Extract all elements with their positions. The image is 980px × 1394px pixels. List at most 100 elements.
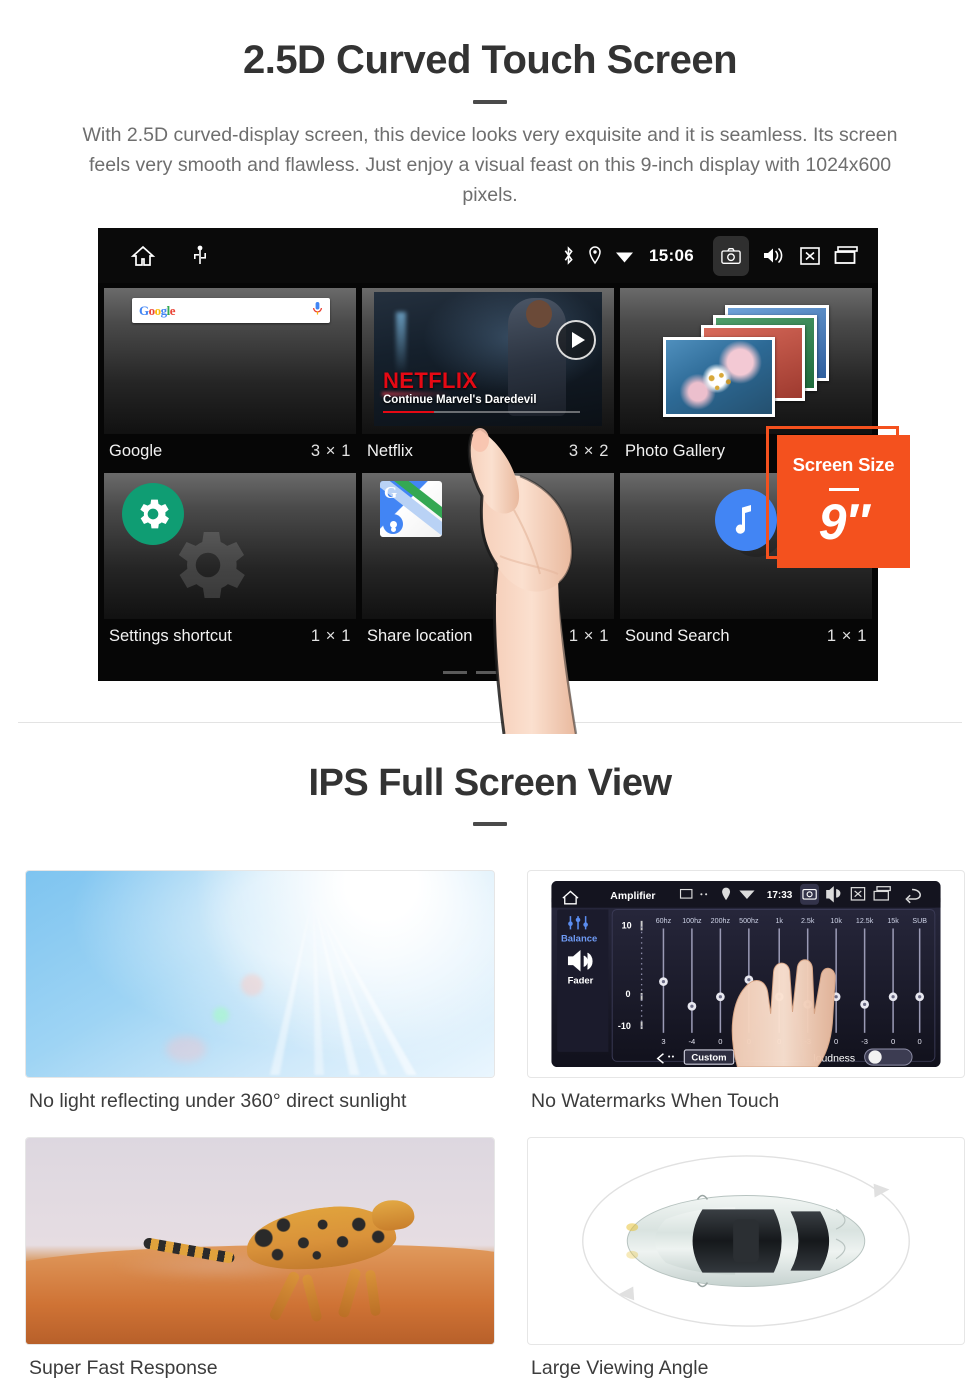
photo-stack [663,305,829,417]
photo-gallery-widget-preview[interactable] [620,288,872,434]
widget-size: 1 × 1 [310,627,351,645]
svg-text:0: 0 [834,1037,838,1046]
svg-text:0: 0 [891,1037,895,1046]
screen-size-badge: Screen Size 9″ [777,435,910,568]
usb-icon [192,244,208,268]
amplifier-equalizer-screenshot: Amplifier 17:33 Balance Fader 10 0 -10 6… [527,870,965,1078]
play-icon[interactable] [556,320,596,360]
amplifier-screen[interactable]: Amplifier 17:33 Balance Fader 10 0 -10 6… [538,881,954,1067]
running-cheetah-photo [25,1137,495,1345]
maps-icon[interactable]: G [380,481,442,537]
widget-row-top: Google Google 3 × 1 NETFLIX Continue Mar… [104,288,872,471]
widget-cell-share-location[interactable]: G Share location 1 × 1 [362,473,614,656]
sunny-sky-photo [25,870,495,1078]
status-bar: 15:06 [98,228,878,283]
netflix-widget-preview[interactable]: NETFLIX Continue Marvel's Daredevil [362,288,614,434]
widget-size: 1 × 1 [568,627,609,645]
widget-cell-netflix[interactable]: NETFLIX Continue Marvel's Daredevil Netf… [362,288,614,471]
svg-text:0: 0 [918,1037,922,1046]
status-bar-clock: 15:06 [649,245,694,265]
widget-cell-google[interactable]: Google Google 3 × 1 [104,288,356,471]
svg-text:10k: 10k [830,917,842,925]
wifi-icon [615,248,634,264]
settings-shortcut-preview[interactable] [104,473,356,619]
photo-card-front [663,337,775,417]
bluetooth-icon [562,246,575,265]
svg-text:15k: 15k [887,917,899,925]
svg-text:Custom: Custom [691,1052,726,1063]
fader-label: Fader [568,975,594,986]
blossom-detail [706,371,735,396]
page-indicator[interactable] [443,671,533,674]
widget-picker-grid: Google Google 3 × 1 NETFLIX Continue Mar… [98,283,878,681]
share-location-preview[interactable]: G [362,473,614,619]
scene-figure-head [526,300,552,328]
amplifier-title: Amplifier [610,891,655,902]
headlight [626,1223,639,1232]
svg-text:12.5k: 12.5k [856,917,874,925]
svg-text:-4: -4 [689,1037,696,1046]
widget-name: Netflix [367,442,413,460]
page-dot-3-active[interactable] [509,671,533,674]
widget-name: Google [109,442,163,460]
microphone-icon[interactable] [312,301,323,321]
widget-name: Share location [367,627,473,645]
recents-icon[interactable] [834,245,860,266]
close-icon[interactable] [799,246,821,266]
widget-size: 3 × 1 [310,442,351,460]
widget-size: 1 × 1 [826,627,867,645]
badge-value: 9″ [818,494,870,550]
card-caption: No Watermarks When Touch [531,1090,780,1112]
svg-text:60hz: 60hz [656,917,672,925]
svg-text:-10: -10 [618,1021,631,1031]
svg-text:0: 0 [718,1037,722,1046]
curved-touch-screen-section: 2.5D Curved Touch Screen With 2.5D curve… [0,0,980,738]
svg-text:2.5k: 2.5k [801,917,815,925]
car-top-view [582,1155,910,1327]
headlight [626,1250,639,1259]
cheetah-head [370,1197,417,1233]
feature-card-grid: No light reflecting under 360° direct su… [0,826,980,1394]
google-widget-preview[interactable]: Google [104,288,356,434]
svg-text:10: 10 [622,920,632,930]
google-logo: Google [139,302,176,318]
netflix-continue-title: Continue Marvel's Daredevil [383,394,537,406]
widget-name: Photo Gallery [625,442,725,460]
top-down-car-diagram [527,1137,965,1345]
page-dot-2[interactable] [476,671,500,674]
google-g-letter: G [384,483,398,502]
camera-icon[interactable] [713,235,749,276]
google-search-bar[interactable]: Google [132,298,330,323]
scene-light [396,312,406,374]
gear-icon[interactable] [122,483,184,545]
svg-text:SUB: SUB [912,917,927,925]
home-icon[interactable] [130,244,156,268]
location-icon [588,246,602,265]
widget-name: Settings shortcut [109,627,232,645]
android-head-unit-screen: 15:06 Google Google 3 × 1 NETFLIX Contin… [98,228,878,681]
svg-text:500hz: 500hz [739,917,759,925]
sunroof [733,1219,759,1263]
section-divider [18,722,962,723]
balance-label: Balance [561,934,597,945]
amplifier-clock: 17:33 [767,890,793,901]
device-screenshot-area: 15:06 Google Google 3 × 1 NETFLIX Contin… [0,228,980,738]
svg-text:1k: 1k [775,917,783,925]
widget-name: Sound Search [625,627,730,645]
page-dot-1[interactable] [443,671,467,674]
ips-full-screen-view-section: IPS Full Screen View No light reflecting… [0,742,980,1394]
page-title: 2.5D Curved Touch Screen [242,38,738,82]
widget-cell-settings-shortcut[interactable]: Settings shortcut 1 × 1 [104,473,356,656]
svg-text:-3: -3 [861,1037,868,1046]
feature-card-sunlight: No light reflecting under 360° direct su… [25,870,495,1127]
volume-icon[interactable] [762,245,786,266]
svg-text:3: 3 [661,1037,665,1046]
widget-size: 3 × 2 [568,442,609,460]
section-two-title: IPS Full Screen View [308,762,672,804]
title-underline [473,100,507,104]
section-description: With 2.5D curved-display screen, this de… [82,124,898,206]
rotation-arrow-right [873,1183,890,1198]
sun-rays [198,875,429,1076]
svg-text:0: 0 [625,989,630,999]
lens-flare [166,1035,207,1062]
